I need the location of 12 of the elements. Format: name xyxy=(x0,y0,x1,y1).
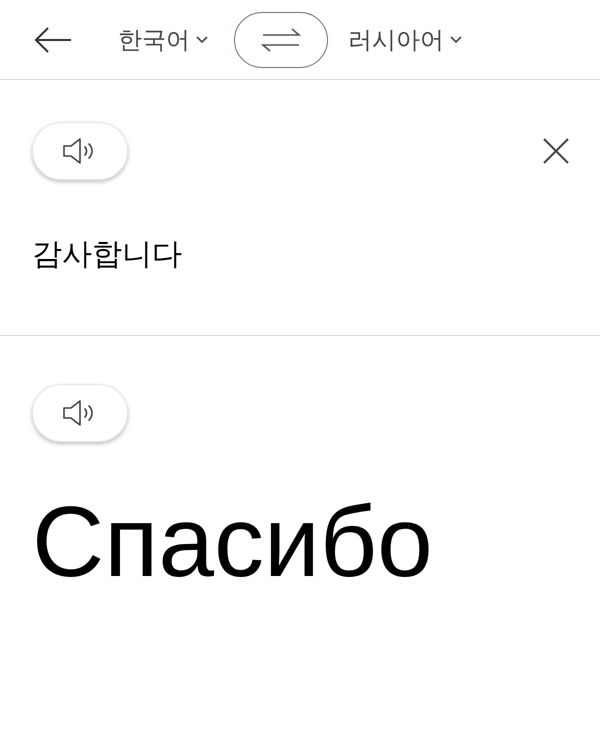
chevron-down-icon xyxy=(196,36,208,44)
swap-icon xyxy=(261,26,301,52)
close-icon xyxy=(543,138,569,164)
target-language-dropdown[interactable]: 러시아어 xyxy=(348,22,462,58)
swap-languages-button[interactable] xyxy=(234,12,328,68)
speaker-button[interactable] xyxy=(32,384,128,442)
chevron-down-icon xyxy=(450,36,462,44)
speaker-button[interactable] xyxy=(32,122,128,180)
translation-text: Спасибо xyxy=(32,492,434,592)
source-text: 감사합니다 xyxy=(32,240,183,270)
source-language-dropdown[interactable]: 한국어 xyxy=(118,22,208,58)
back-arrow-icon xyxy=(34,26,72,54)
